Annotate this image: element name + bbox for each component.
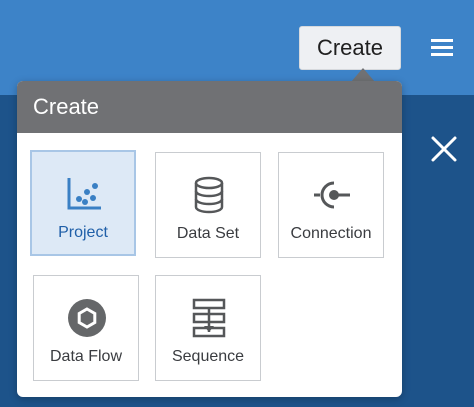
popover-arrow — [351, 68, 375, 82]
tile-label-data-flow: Data Flow — [49, 348, 123, 365]
hamburger-menu-icon[interactable] — [430, 36, 454, 60]
database-icon — [189, 175, 229, 215]
create-data-set-tile[interactable]: Data Set — [155, 152, 261, 258]
create-project-tile[interactable]: Project — [30, 150, 136, 256]
create-button[interactable]: Create — [299, 26, 401, 70]
popover-title: Create — [17, 81, 402, 133]
tile-label-sequence: Sequence — [171, 348, 245, 365]
create-sequence-tile[interactable]: Sequence — [155, 275, 261, 381]
tile-label-connection: Connection — [290, 225, 372, 242]
hexagon-flow-icon — [67, 298, 107, 338]
scatter-chart-icon — [65, 174, 105, 214]
sequence-icon — [189, 298, 229, 338]
create-popover: Create Project Data Set Connection Data … — [17, 81, 402, 397]
create-connection-tile[interactable]: Connection — [278, 152, 384, 258]
close-icon[interactable] — [430, 135, 458, 163]
create-data-flow-tile[interactable]: Data Flow — [33, 275, 139, 381]
connection-plug-icon — [312, 175, 352, 215]
tile-label-data-set: Data Set — [176, 225, 240, 242]
tile-label-project: Project — [58, 224, 108, 241]
